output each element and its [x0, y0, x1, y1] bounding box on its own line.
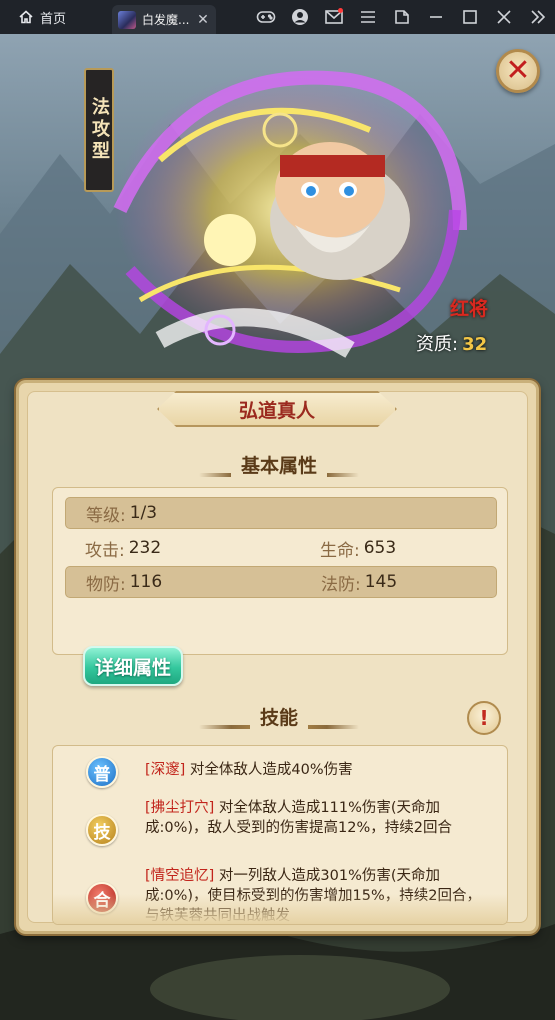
close-window-icon[interactable]: [487, 0, 521, 34]
skill-info-button[interactable]: !: [467, 701, 501, 735]
mdef-label: 法防:: [321, 574, 361, 595]
menu-icon[interactable]: [351, 0, 385, 34]
home-tab[interactable]: 首页: [0, 0, 80, 34]
home-tab-label: 首页: [40, 11, 67, 27]
attribute-box: 等级: 1/3 攻击: 232 生命: 653 物防: 116 法防: 145: [52, 487, 508, 655]
game-viewport: 法攻型 ✕ 红将 资质: 32 弘道真人 基本属性 等级: 1/3 攻击: 232 生…: [0, 34, 555, 1020]
mdef-value: 145: [364, 572, 398, 592]
mail-icon[interactable]: [317, 0, 351, 34]
window-titlebar: 首页 白发魔... ✕: [0, 0, 555, 34]
skill-badge-special: 技: [86, 814, 118, 846]
hero-name-plate: 弘道真人: [157, 391, 397, 427]
level-value: 1/3: [129, 503, 158, 523]
close-icon: ✕: [505, 53, 531, 88]
basic-attributes-title: 基本属性: [199, 449, 359, 479]
close-button[interactable]: ✕: [496, 49, 540, 93]
hero-type-banner: 法攻型: [84, 68, 114, 192]
hero-aptitude: 资质: 32: [416, 330, 487, 356]
attr-row-attack-hp: 攻击: 232 生命: 653: [65, 532, 497, 564]
hp-value: 653: [363, 538, 397, 558]
hero-rarity: 红将: [450, 298, 489, 320]
maximize-icon[interactable]: [453, 0, 487, 34]
detail-attributes-button[interactable]: 详细属性: [83, 646, 183, 686]
user-avatar-icon[interactable]: [283, 0, 317, 34]
aptitude-label: 资质:: [416, 334, 459, 355]
minimize-icon[interactable]: [419, 0, 453, 34]
hero-type-label: 法攻型: [89, 97, 110, 163]
skill-list: 普 [深邃] 对全体敌人造成40%伤害 技 [拂尘打穴] 对全体敌人造成111%…: [52, 745, 508, 925]
aptitude-value: 32: [462, 334, 488, 355]
attack-label: 攻击:: [85, 540, 125, 561]
tab-close-icon[interactable]: ✕: [196, 12, 210, 28]
attack-value: 232: [128, 538, 162, 558]
mail-notification-dot: [338, 8, 343, 13]
skill-desc-normal: [深邃] 对全体敌人造成40%伤害: [145, 762, 353, 778]
level-label: 等级:: [86, 505, 126, 526]
skill-desc-special: [拂尘打穴] 对全体敌人造成111%伤害(天命加成:0%)，敌人受到的伤害提高1…: [145, 800, 452, 836]
pdef-value: 116: [129, 572, 163, 592]
skill-list-fade: [53, 894, 507, 924]
attr-row-defense: 物防: 116 法防: 145: [65, 566, 497, 598]
hp-label: 生命:: [320, 540, 360, 561]
gamepad-icon[interactable]: [249, 0, 283, 34]
skills-title: 技能: [199, 701, 359, 731]
game-tab[interactable]: 白发魔... ✕: [112, 5, 216, 34]
hero-info-panel: 弘道真人 基本属性 等级: 1/3 攻击: 232 生命: 653 物防: 116 法防…: [16, 380, 539, 934]
home-icon: [19, 10, 33, 24]
screenshot-icon[interactable]: [385, 0, 419, 34]
hero-name: 弘道真人: [238, 399, 315, 422]
hero-portrait: [113, 70, 467, 358]
expand-sidebar-icon[interactable]: [521, 0, 555, 34]
attr-row-level: 等级: 1/3: [65, 497, 497, 529]
pdef-label: 物防:: [86, 574, 126, 595]
skill-badge-normal: 普: [86, 756, 118, 788]
game-thumbnail: [118, 10, 136, 29]
game-tab-label: 白发魔...: [142, 13, 190, 27]
